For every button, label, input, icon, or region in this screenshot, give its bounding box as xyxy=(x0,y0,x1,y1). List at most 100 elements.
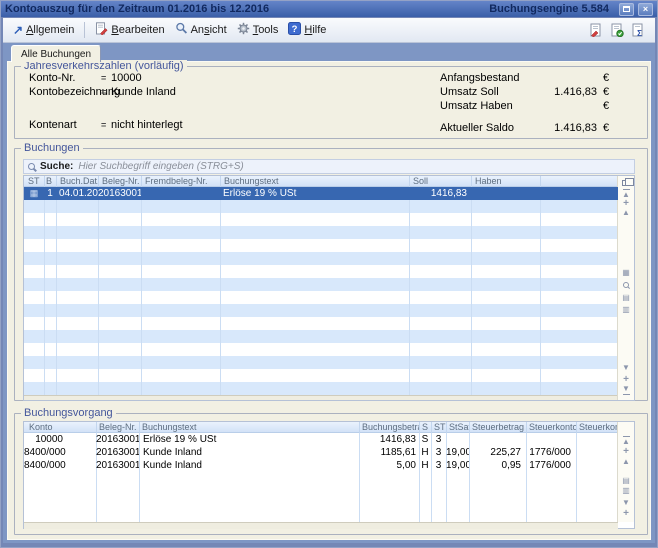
cell-steuerkonto2 xyxy=(576,446,618,459)
field-label-kontobezeichnung: Kontobezeichnung xyxy=(29,86,120,98)
title-bar[interactable]: Kontoauszug für den Zeitraum 01.2016 bis… xyxy=(1,1,657,17)
column-view-icon[interactable]: ▥ xyxy=(618,487,634,495)
gear-icon xyxy=(237,22,250,38)
table-row[interactable]: 8400/000 20163001 Kunde Inland 1185,61 H… xyxy=(24,446,618,459)
col-header-st[interactable]: ST xyxy=(24,176,44,187)
menu-ansicht[interactable]: Ansicht xyxy=(171,20,231,40)
col-header-fremdbelegnr[interactable]: Fremdbeleg-Nr. xyxy=(141,176,220,187)
cell-konto: 8400/000 xyxy=(24,446,96,459)
search-input[interactable]: Hier Suchbegriff eingeben (STRG+S) xyxy=(78,161,243,172)
scroll-last-icon[interactable]: ▼ xyxy=(618,385,634,395)
row-view-icon[interactable]: ▤ xyxy=(618,294,634,302)
cell-s: H xyxy=(419,446,431,459)
group-jahresverkehrszahlen: Jahresverkehrszahlen (vorläufig) Konto-N… xyxy=(14,66,648,139)
menu-toolbar: ↗ Allgemein Bearbeiten Ansicht Tools ? xyxy=(3,18,655,43)
menu-bearbeiten-label: Bearbeiten xyxy=(111,24,164,36)
row-view-icon[interactable]: ▤ xyxy=(618,477,634,485)
cell-steuerkonto2 xyxy=(576,459,618,472)
cell-soll: 1416,83 xyxy=(409,187,471,200)
cell-steuerbetrag: 225,27 xyxy=(469,446,526,459)
restore-button[interactable] xyxy=(619,3,634,16)
column-view-icon[interactable]: ▥ xyxy=(618,306,634,314)
grid-view-icon[interactable]: ▦ xyxy=(618,269,634,277)
cell-st: 3 xyxy=(431,433,446,446)
col-header-s[interactable]: S xyxy=(419,422,431,433)
col-header-buchungstext[interactable]: Buchungstext xyxy=(139,422,359,433)
group-buchungsvorgang-title: Buchungsvorgang xyxy=(21,407,116,419)
cell-buchungsbetrag: 5,00 xyxy=(359,459,419,472)
unit-euro: € xyxy=(603,122,609,134)
field-label-kontenart: Kontenart xyxy=(29,119,77,131)
col-header-belegnr[interactable]: Beleg-Nr. xyxy=(98,176,141,187)
scroll-first-icon[interactable]: ▲ xyxy=(618,436,634,446)
menu-allgemein[interactable]: ↗ Allgemein xyxy=(9,22,78,38)
col-header-steuerkonto2[interactable]: Steuerkonto 2 xyxy=(576,422,618,433)
report-edit-button[interactable] xyxy=(589,23,603,37)
zoom-row-icon[interactable] xyxy=(623,282,629,288)
copy-icon[interactable] xyxy=(622,180,629,186)
cell-haben xyxy=(471,187,540,200)
tab-alle-buchungen[interactable]: Alle Buchungen xyxy=(11,45,101,62)
search-bar[interactable]: Suche: Hier Suchbegriff eingeben (STRG+S… xyxy=(23,159,635,174)
menu-hilfe[interactable]: ? Hilfe xyxy=(284,20,330,40)
scroll-page-up-icon[interactable]: + xyxy=(618,447,634,456)
menu-tools[interactable]: Tools xyxy=(233,20,283,40)
cell-steuerbetrag xyxy=(469,433,526,446)
field-marker: = xyxy=(101,121,106,130)
col-header-buchdat[interactable]: Buch.Dat. xyxy=(56,176,98,187)
sum-doc-button[interactable]: Σ xyxy=(631,23,645,37)
group-buchungen-title: Buchungen xyxy=(21,142,83,154)
buchungen-table-rail: ▲ + ▲ ▦ ▤ ▥ ▼ + ▼ xyxy=(617,176,634,400)
cell-stsatz: 19,00 xyxy=(446,459,469,472)
buchungsvorgang-table-rail: ▲ + ▲ ▤ ▥ ▼ + xyxy=(617,422,634,522)
cell-steuerkonto1: 1776/000 xyxy=(526,459,576,472)
col-header-konto[interactable]: Konto xyxy=(24,422,96,433)
menu-allgemein-label: Allgemein xyxy=(26,24,74,36)
field-marker: = xyxy=(101,88,106,97)
field-label-umsatz-haben: Umsatz Haben xyxy=(440,100,513,112)
menu-hilfe-label: Hilfe xyxy=(304,24,326,36)
scroll-down-icon[interactable]: ▼ xyxy=(618,364,634,372)
scroll-up-icon[interactable]: ▲ xyxy=(618,458,634,466)
col-header-st[interactable]: ST xyxy=(431,422,446,433)
help-icon: ? xyxy=(288,22,301,38)
doc-green-check-icon xyxy=(610,25,624,40)
col-header-buchungstext[interactable]: Buchungstext xyxy=(220,176,409,187)
col-header-soll[interactable]: Soll xyxy=(409,176,471,187)
cell-steuerkonto1: 1776/000 xyxy=(526,446,576,459)
scroll-up-icon[interactable]: ▲ xyxy=(618,209,634,217)
empty-rows-area[interactable] xyxy=(24,200,618,395)
col-header-buchungsbetrag[interactable]: Buchungsbetrag xyxy=(359,422,419,433)
cell-fremdbelegnr xyxy=(141,187,220,200)
col-header-haben[interactable]: Haben xyxy=(471,176,540,187)
menu-ansicht-label: Ansicht xyxy=(191,24,227,36)
col-header-steuerkonto1[interactable]: Steuerkonto 1 xyxy=(526,422,576,433)
table-row[interactable]: ▦ 1 04.01.2016 20163001 Erlöse 19 % USt … xyxy=(24,187,618,200)
confirm-doc-button[interactable] xyxy=(610,23,624,37)
table-row[interactable]: 10000 20163001 Erlöse 19 % USt 1416,83 S… xyxy=(24,433,618,446)
col-header-steuerbetrag[interactable]: Steuerbetrag xyxy=(469,422,526,433)
close-icon: × xyxy=(643,5,648,14)
field-value-kontobezeichnung: Kunde Inland xyxy=(111,86,176,98)
cell-belegnr: 20163001 xyxy=(96,446,139,459)
main-panel: Jahresverkehrszahlen (vorläufig) Konto-N… xyxy=(7,61,651,540)
table-bottom-strip[interactable] xyxy=(24,522,618,529)
close-button[interactable]: × xyxy=(638,3,653,16)
col-header-b[interactable]: B xyxy=(44,176,56,187)
col-header-belegnr[interactable]: Beleg-Nr. xyxy=(96,422,139,433)
magnifier-icon xyxy=(175,22,188,38)
scroll-page-down-icon[interactable]: + xyxy=(618,375,634,384)
field-value-kontenart: nicht hinterlegt xyxy=(111,119,183,131)
cell-buchdat: 04.01.2016 xyxy=(56,187,98,200)
table-row[interactable]: 8400/000 20163001 Kunde Inland 5,00 H 3 … xyxy=(24,459,618,472)
cell-steuerkonto2 xyxy=(576,433,618,446)
col-header-stsatz[interactable]: StSatz xyxy=(446,422,469,433)
group-buchungsvorgang: Buchungsvorgang Konto Beleg-Nr. Buchungs… xyxy=(14,413,648,535)
scroll-page-down-icon[interactable]: + xyxy=(618,509,634,518)
buchungsvorgang-table: Konto Beleg-Nr. Buchungstext Buchungsbet… xyxy=(23,421,635,529)
menu-bearbeiten[interactable]: Bearbeiten xyxy=(91,20,168,40)
search-icon xyxy=(28,163,35,170)
doc-sum-icon: Σ xyxy=(631,25,645,40)
scroll-down-icon[interactable]: ▼ xyxy=(618,499,634,507)
scroll-page-up-icon[interactable]: + xyxy=(618,199,634,208)
